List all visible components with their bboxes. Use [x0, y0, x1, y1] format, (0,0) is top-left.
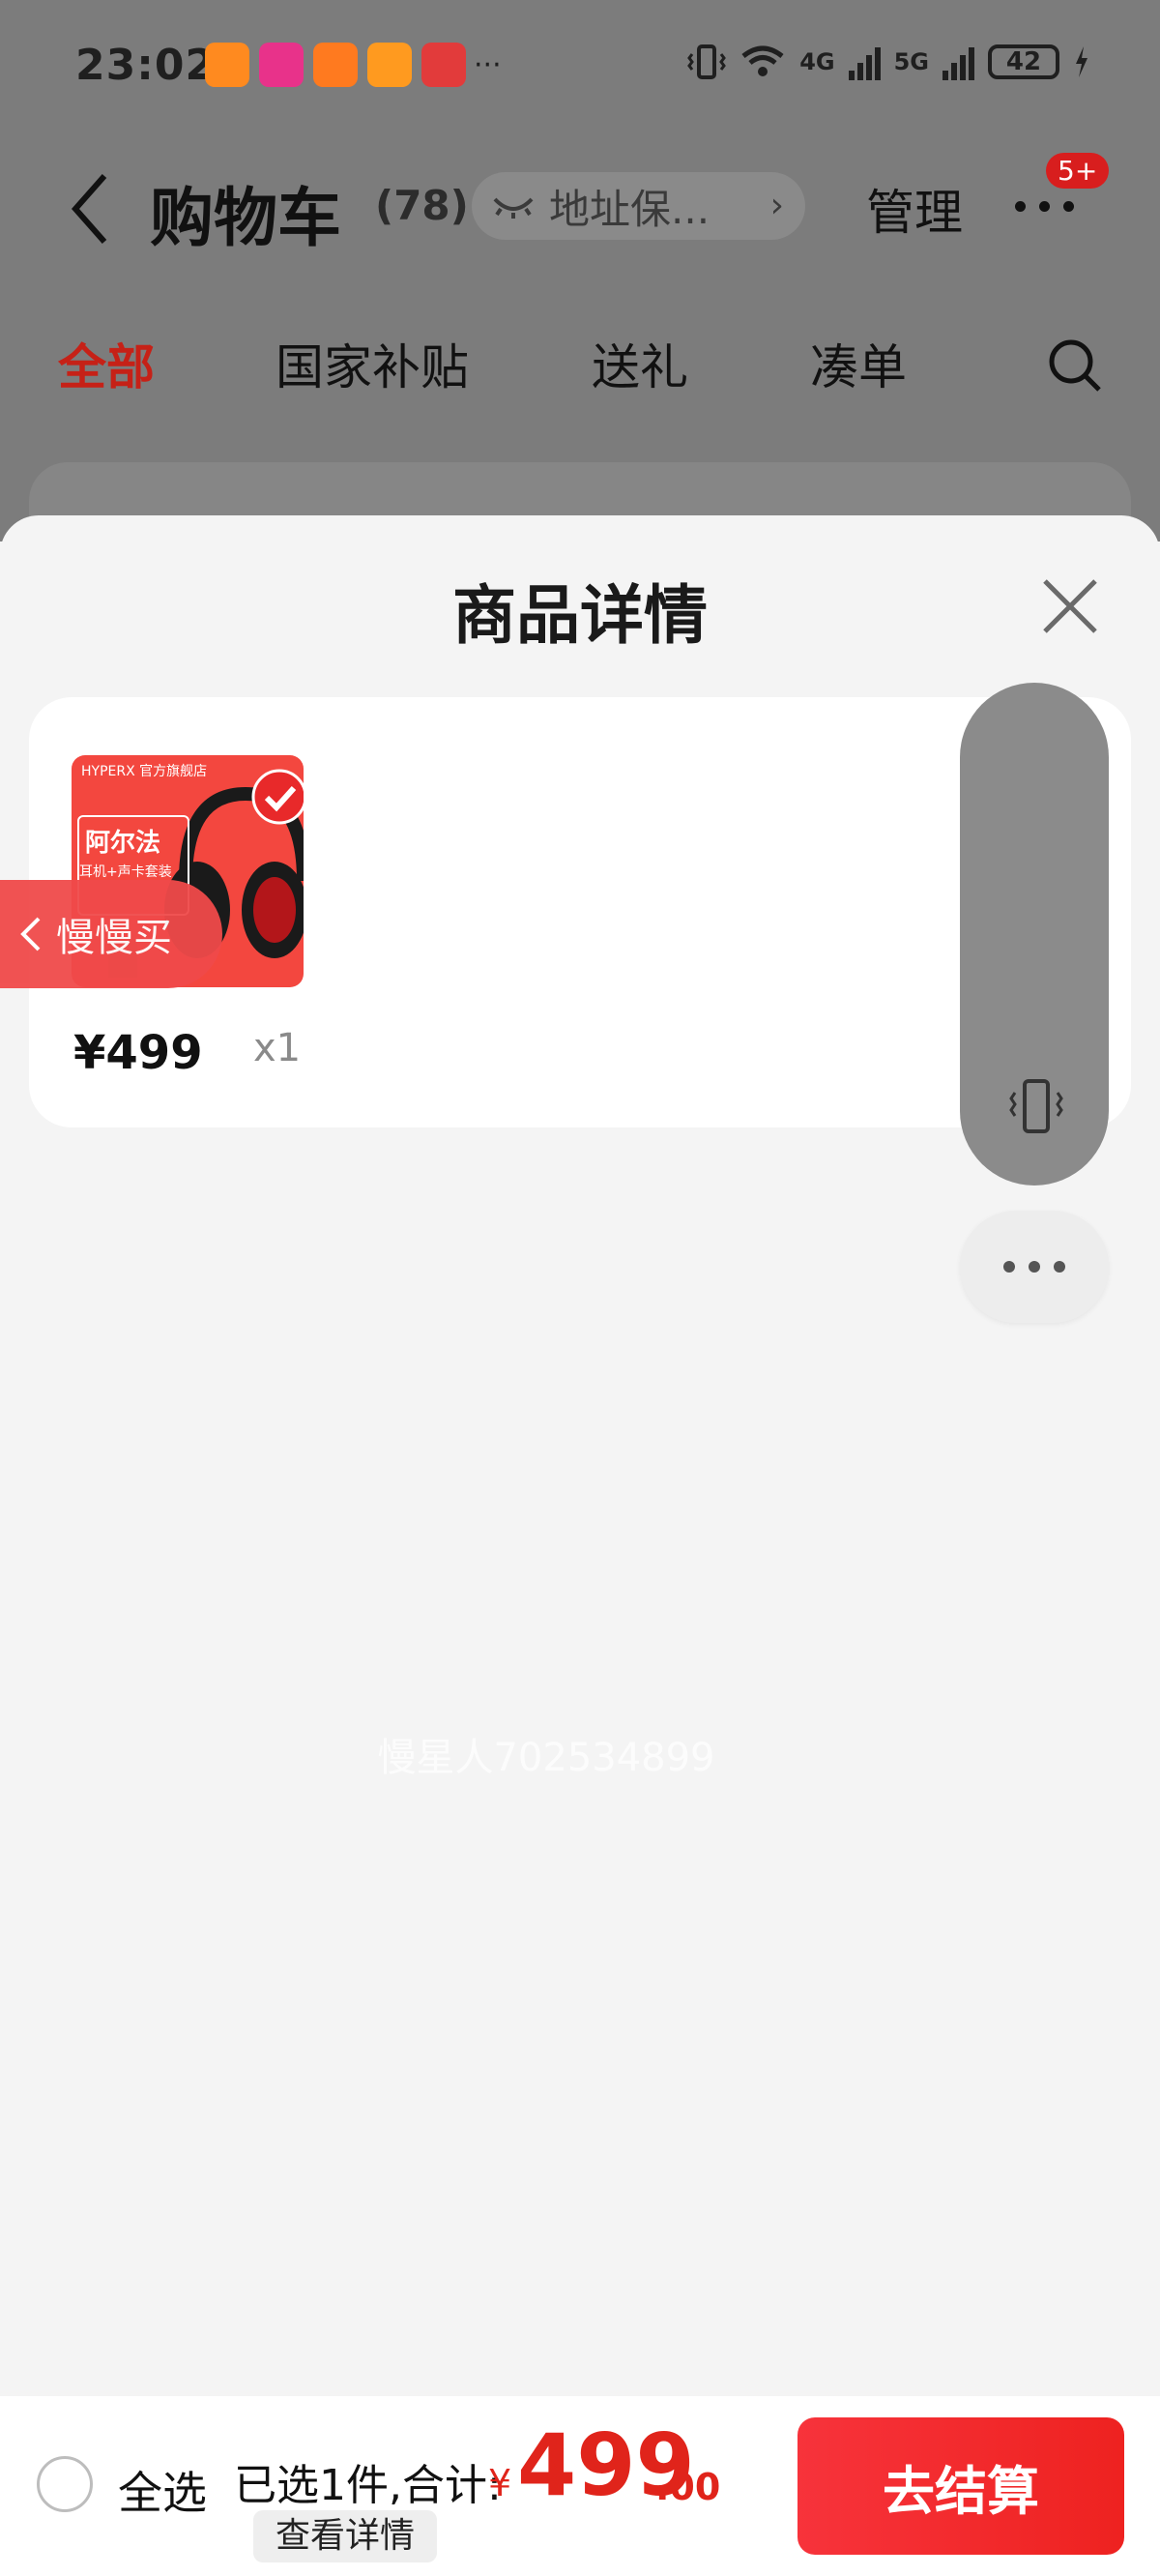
status-bar: 23:02 ··· 4G 5G 42 — [0, 0, 1160, 135]
cart-count: (78) — [375, 182, 469, 229]
product-price: ¥499 — [73, 1026, 203, 1080]
tab-bundle[interactable]: 凑单 — [810, 329, 907, 398]
slow-buy-tab[interactable]: 慢慢买 — [0, 880, 222, 988]
total-currency: ¥ — [488, 2462, 512, 2504]
wifi-icon — [741, 45, 784, 76]
battery-level: 42 — [1005, 47, 1042, 76]
signal-4g-icon — [848, 44, 881, 80]
image-brand-line: HYPERX 官方旗舰店 — [81, 764, 208, 779]
notification-icons — [205, 43, 466, 87]
status-time: 23:02 — [75, 41, 217, 90]
tab-national-subsidy[interactable]: 国家补贴 — [276, 329, 469, 398]
status-indicators: 4G 5G 42 — [687, 43, 1090, 81]
network-4g-label: 4G — [799, 48, 835, 75]
total-cents: .00 — [655, 2466, 721, 2508]
floating-more-button[interactable] — [960, 1211, 1109, 1323]
image-product-sub: 耳机+声卡套装 — [79, 864, 172, 880]
eye-closed-icon — [493, 197, 534, 219]
checkout-bar: 全选 已选1件,合计: ¥ 499 .00 查看详情 去结算 — [0, 2396, 1160, 2576]
cart-tabs: 全部 国家补贴 送礼 凑单 — [0, 329, 1160, 406]
page-title: 购物车 — [150, 181, 341, 255]
product-quantity: x1 — [253, 1026, 302, 1070]
manage-button[interactable]: 管理 — [866, 174, 963, 244]
view-detail-button[interactable]: 查看详情 — [253, 2510, 437, 2562]
app-notification-icon — [421, 43, 466, 87]
app-notification-icon — [313, 43, 358, 87]
search-icon[interactable] — [1046, 337, 1104, 395]
app-notification-icon — [205, 43, 249, 87]
chevron-right-icon: › — [769, 186, 784, 225]
dimmed-background: 23:02 ··· 4G 5G 42 购物车 (78) 地址保... › 管理 … — [0, 0, 1160, 578]
select-all-label[interactable]: 全选 — [118, 2458, 207, 2522]
chevron-left-icon — [20, 917, 41, 951]
selection-summary: 已选1件,合计: — [234, 2461, 502, 2510]
message-badge: 5+ — [1046, 153, 1110, 189]
address-selector[interactable]: 地址保... › — [472, 172, 805, 240]
battery-icon: 42 — [988, 44, 1059, 79]
tab-all[interactable]: 全部 — [58, 329, 155, 398]
close-icon[interactable] — [1039, 575, 1101, 637]
address-text: 地址保... — [549, 185, 710, 233]
vibrate-icon — [687, 44, 727, 79]
back-icon[interactable] — [68, 172, 110, 246]
network-5g-label: 5G — [893, 48, 929, 75]
select-all-radio[interactable] — [37, 2456, 93, 2512]
app-notification-icon — [367, 43, 412, 87]
selected-check-icon[interactable] — [251, 769, 304, 825]
charging-icon — [1076, 46, 1088, 77]
vibrate-icon[interactable] — [1005, 1075, 1067, 1137]
sheet-title: 商品详情 — [452, 578, 708, 653]
slow-buy-label: 慢慢买 — [56, 916, 172, 960]
status-more-icon: ··· — [474, 48, 502, 82]
checkout-button[interactable]: 去结算 — [798, 2417, 1124, 2555]
more-menu-icon[interactable] — [1015, 201, 1074, 212]
signal-5g-icon — [942, 44, 974, 80]
app-notification-icon — [259, 43, 304, 87]
cart-header: 购物车 (78) 地址保... › 管理 5+ — [0, 145, 1160, 271]
tab-gift[interactable]: 送礼 — [592, 329, 688, 398]
watermark: 慢星人702534899 — [377, 1736, 715, 1780]
image-product-name: 阿尔法 — [85, 829, 161, 858]
